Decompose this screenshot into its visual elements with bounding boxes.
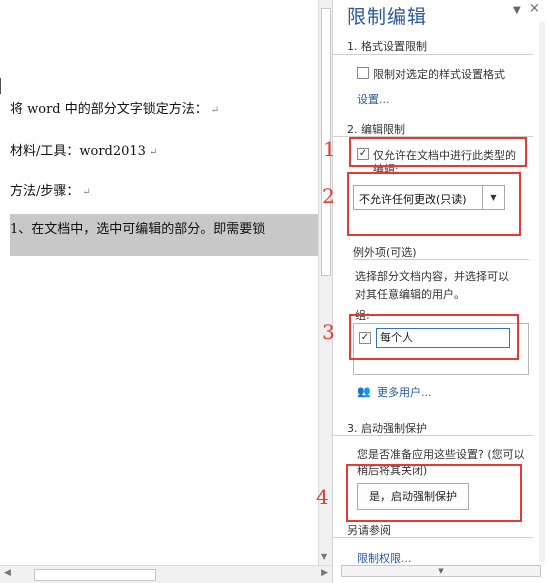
doc-line-4-selected[interactable]: 1、在文档中，选中可编辑的部分。即需要锁 [10, 218, 265, 237]
divider [333, 54, 533, 55]
annotation-box-4 [346, 464, 522, 522]
doc-line-1[interactable]: 将 word 中的部分文字锁定方法： ↵ [10, 98, 219, 117]
section-formatting-heading: 1. 格式设置限制 [347, 40, 427, 53]
restrict-permission-link[interactable]: 限制权限... [357, 550, 412, 566]
annotation-number-4: 4 [316, 485, 329, 509]
enforcement-description-line1: 您是否准备应用这些设置? (您可以 [357, 448, 525, 461]
divider [353, 259, 529, 260]
pane-options-chevron-down-icon[interactable]: ▼ [513, 5, 521, 16]
paragraph-mark: ↵ [210, 105, 220, 116]
doc-line-1-text: 将 word 中的部分文字锁定方法： [10, 102, 208, 117]
exceptions-heading: 例外项(可选) [353, 246, 417, 259]
divider [333, 537, 533, 538]
paragraph-mark: ↵ [148, 147, 158, 158]
exceptions-description-line2: 对其任意编辑的用户。 [355, 288, 465, 301]
doc-line-2[interactable]: 材料/工具：word2013 ↵ [10, 140, 157, 159]
annotation-number-2: 2 [322, 184, 335, 208]
section-enforcement-heading: 3. 启动强制保护 [347, 422, 427, 435]
pane-close-icon[interactable]: × [529, 1, 540, 16]
document-vertical-scrollbar[interactable]: ▼ [318, 0, 332, 565]
pane-title: 限制编辑 [347, 6, 428, 28]
annotation-box-3 [349, 314, 519, 360]
hscrollbar-thumb[interactable] [34, 569, 156, 581]
scroll-left-arrow-icon[interactable]: ◀ [4, 568, 11, 578]
annotation-box-1 [349, 137, 527, 167]
more-users-link[interactable]: 更多用户... [377, 384, 432, 400]
section-editing-heading: 2. 编辑限制 [347, 123, 405, 136]
exceptions-description-line1: 选择部分文档内容，并选择可以 [355, 270, 509, 283]
document-horizontal-scrollbar[interactable]: ◀ ▶ [0, 565, 332, 583]
text-cursor [0, 78, 1, 94]
settings-link[interactable]: 设置... [357, 91, 390, 107]
pane-scroll-down-chevron-icon[interactable]: ▼ [341, 565, 541, 577]
see-also-heading: 另请参阅 [347, 524, 391, 537]
document-area[interactable]: 将 word 中的部分文字锁定方法： ↵ 材料/工具：word2013 ↵ 方法/步… [0, 0, 318, 565]
users-icon: 👥 [357, 385, 371, 398]
doc-line-3[interactable]: 方法/步骤： ↵ [10, 180, 91, 199]
scroll-right-arrow-icon[interactable]: ▶ [321, 568, 328, 578]
formatting-restriction-label: 限制对选定的样式设置格式 [373, 68, 505, 81]
annotation-number-3: 3 [322, 320, 335, 344]
annotation-box-2 [347, 172, 521, 236]
annotation-number-1: 1 [323, 137, 336, 161]
doc-line-2-text: 材料/工具：word2013 [10, 144, 146, 159]
formatting-restriction-checkbox[interactable] [357, 67, 369, 79]
doc-line-4-text: 1、在文档中，选中可编辑的部分。即需要锁 [10, 222, 266, 237]
paragraph-mark: ↵ [82, 187, 91, 198]
scroll-down-arrow-icon[interactable]: ▼ [321, 552, 327, 561]
doc-line-3-text: 方法/步骤： [10, 184, 80, 199]
divider [333, 435, 533, 436]
pane-scrollbar[interactable] [539, 22, 545, 562]
